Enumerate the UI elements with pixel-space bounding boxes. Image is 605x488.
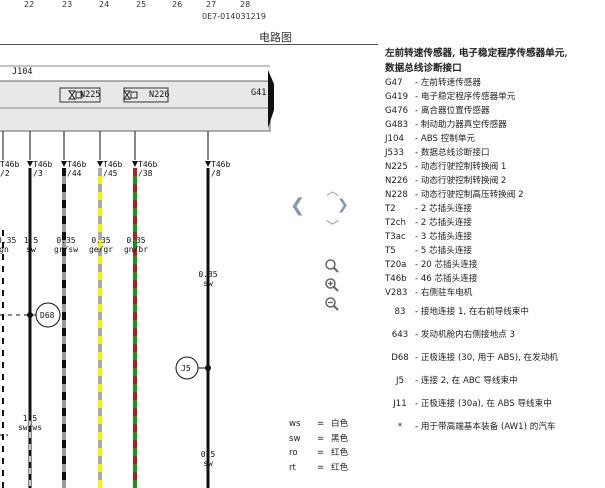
wire-label: 0.35 sw xyxy=(198,270,218,288)
chevron-up-icon[interactable]: ︿ xyxy=(326,180,339,199)
connector-label: T46b /8 xyxy=(211,160,231,178)
wire-label: 0.35gn xyxy=(0,236,17,254)
legend-row: N226- 动态行驶控制转换阀 2 xyxy=(385,176,507,186)
legend-row: T3ac - 3 芯插头连接 xyxy=(385,232,473,242)
chevron-left-icon[interactable]: ❮ xyxy=(290,195,305,216)
wire-label: 1.5 sw xyxy=(23,236,39,254)
legend-note-row: 83- 接地连接 1, 在右前导线束中 xyxy=(394,306,530,317)
legend-title: 左前转速传感器, 电子稳定程序传感器单元, xyxy=(385,48,568,59)
wire-label: 0.35 ge/gr xyxy=(88,236,114,254)
magnifier-icon[interactable] xyxy=(324,258,340,274)
zoom-in-icon[interactable] xyxy=(324,277,340,293)
legend-row: G419- 电子稳定程序传感器单元 xyxy=(385,92,516,102)
connector-label: T46b /38 xyxy=(138,160,158,178)
legend-note-row: J11- 正极连接 (30a), 在 ABS 导线束中 xyxy=(393,398,552,409)
legend-note-row: J5- 连接 2, 在 ABC 导线束中 xyxy=(395,375,518,386)
unit-bracket xyxy=(268,70,274,128)
legend-row: T2- 2 芯插头连接 xyxy=(385,204,473,214)
color-key-row: sw = 黑色 xyxy=(289,433,349,444)
legend-row: T20a - 20 芯插头连接 xyxy=(385,260,478,270)
legend-row: V283- 右侧驻车电机 xyxy=(385,288,473,298)
color-key-row: rt = 红色 xyxy=(289,462,349,473)
wire-label: 0.35 gn/br xyxy=(123,236,149,254)
component-legend: 左前转速传感器, 电子稳定程序传感器单元, 数据总线诊断接口 G47- 左前转速… xyxy=(385,46,605,438)
legend-row: N225- 动态行驶控制转换阀 1 xyxy=(385,162,507,172)
right-reference-label: G41 xyxy=(251,88,267,98)
legend-note-row: * - 用于带高端基本装备 (AW1) 的汽车 xyxy=(397,421,556,432)
legend-row: T5- 5 芯插头连接 xyxy=(385,246,473,256)
legend-row: N228- 动态行驶控制高压转换阀 2 xyxy=(385,190,524,200)
connector-label: T46b /45 xyxy=(103,160,123,178)
legend-note-row: 643- 发动机舱内右侧接地点 3 xyxy=(391,329,515,340)
legend-row: J533- 数据总线诊断接口 xyxy=(385,148,490,158)
legend-row: G483- 制动助力器真空传感器 xyxy=(385,120,507,130)
wire-label: 0.35 gr/sw xyxy=(53,236,79,254)
wire-label: 1.5 sw/ws xyxy=(17,414,43,432)
splice-j5-label: J5 xyxy=(181,364,191,373)
control-unit-label: J104 xyxy=(12,67,33,77)
valve-n225-label: N225 xyxy=(80,90,101,100)
wire-label: 0.5 sw xyxy=(200,450,216,468)
legend-row: J104- ABS 控制单元 xyxy=(385,134,476,144)
legend-row: T2ch - 2 芯插头连接 xyxy=(385,218,473,228)
connector-label: T46b /3 xyxy=(33,160,53,178)
color-key-row: ws = 白色 xyxy=(289,419,349,429)
legend-row: T46b - 46 芯插头连接 xyxy=(385,274,478,284)
legend-row: G47- 左前转速传感器 xyxy=(385,78,481,88)
zoom-out-icon[interactable] xyxy=(324,296,340,312)
connector-label: T46b /44 xyxy=(67,160,87,178)
connector-label: T46b /2 xyxy=(0,160,20,178)
chevron-down-icon[interactable]: ﹀ xyxy=(326,216,339,235)
legend-note-row: D68- 正极连接 (30, 用于 ABS), 在发动机 xyxy=(391,352,558,363)
color-key-row: ro = 红色 xyxy=(289,448,349,458)
legend-row: G476- 离合器位置传感器 xyxy=(385,106,490,116)
valve-n226-label: N226 xyxy=(149,90,170,100)
legend-title: 数据总线诊断接口 xyxy=(385,63,462,74)
chevron-right-icon[interactable]: ❯ xyxy=(337,197,349,213)
splice-d68-label: D68 xyxy=(40,311,55,320)
wire-color-key: ws = 白色 sw = 黑色 ro = 红色 rt = 红色 xyxy=(289,417,348,475)
